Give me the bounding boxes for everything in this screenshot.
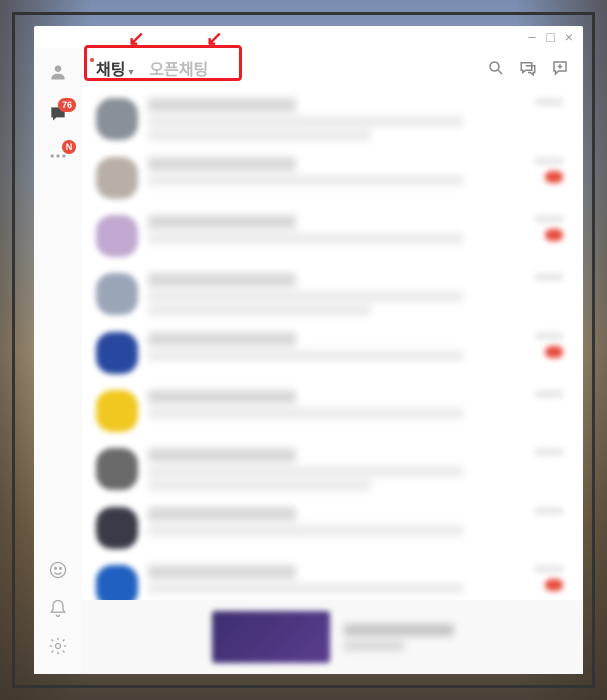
chat-item-meta <box>529 565 563 591</box>
chat-item-body <box>148 390 519 419</box>
new-indicator-dot <box>90 58 94 62</box>
avatar <box>96 157 138 199</box>
avatar <box>96 215 138 257</box>
avatar <box>96 448 138 490</box>
avatar <box>96 332 138 374</box>
chat-list[interactable] <box>82 90 583 600</box>
unread-badge <box>545 579 563 591</box>
avatar <box>96 507 138 549</box>
chat-item-meta <box>529 332 563 358</box>
chat-item-meta <box>529 390 563 398</box>
emoji-icon[interactable] <box>46 558 70 582</box>
chat-item-meta <box>529 273 563 281</box>
chat-list-item[interactable] <box>82 149 577 207</box>
chat-badge: 76 <box>58 98 76 112</box>
chat-item-body <box>148 273 519 316</box>
chat-list-item[interactable] <box>82 90 577 149</box>
unread-badge <box>545 229 563 241</box>
maximize-button[interactable]: □ <box>546 29 554 45</box>
banner-ad[interactable] <box>82 600 583 674</box>
avatar <box>96 273 138 315</box>
notification-icon[interactable] <box>46 596 70 620</box>
header: 채팅▼ 오픈채팅 <box>82 48 583 90</box>
chat-item-body <box>148 565 519 594</box>
chat-item-meta <box>529 157 563 183</box>
chat-list-item[interactable] <box>82 440 577 499</box>
close-button[interactable]: × <box>565 29 573 45</box>
chat-list-item[interactable] <box>82 207 577 265</box>
chat-item-body <box>148 448 519 491</box>
unread-badge <box>545 171 563 183</box>
minimize-button[interactable]: − <box>528 29 536 45</box>
chat-list-item[interactable] <box>82 557 577 600</box>
banner-text <box>344 624 454 651</box>
chat-item-meta <box>529 507 563 515</box>
chat-item-body <box>148 98 519 141</box>
unread-badge <box>545 346 563 358</box>
settings-icon[interactable] <box>46 634 70 658</box>
tab-openchat[interactable]: 오픈채팅 <box>149 56 208 80</box>
chat-list-item[interactable] <box>82 265 577 324</box>
chat-item-meta <box>529 98 563 106</box>
chat-item-meta <box>529 448 563 456</box>
chat-item-body <box>148 157 519 186</box>
chat-list-item[interactable] <box>82 382 577 440</box>
chats-icon[interactable]: 76 <box>46 102 70 126</box>
sidebar: 76 N <box>34 48 82 674</box>
chat-list-item[interactable] <box>82 324 577 382</box>
app-window: − □ × 76 N <box>34 26 583 674</box>
chat-item-body <box>148 507 519 536</box>
titlebar: − □ × <box>34 26 583 48</box>
avatar <box>96 98 138 140</box>
profile-icon[interactable] <box>46 60 70 84</box>
chat-bubble-icon[interactable] <box>519 59 537 77</box>
avatar <box>96 565 138 600</box>
banner-image <box>212 611 330 663</box>
chat-item-meta <box>529 215 563 241</box>
chat-item-body <box>148 332 519 361</box>
new-chat-icon[interactable] <box>551 59 569 77</box>
search-icon[interactable] <box>487 59 505 77</box>
chevron-down-icon[interactable]: ▼ <box>126 67 135 77</box>
more-icon[interactable]: N <box>46 144 70 168</box>
avatar <box>96 390 138 432</box>
tab-chat[interactable]: 채팅▼ <box>96 56 135 80</box>
chat-list-item[interactable] <box>82 499 577 557</box>
chat-item-body <box>148 215 519 244</box>
more-badge: N <box>62 140 76 154</box>
